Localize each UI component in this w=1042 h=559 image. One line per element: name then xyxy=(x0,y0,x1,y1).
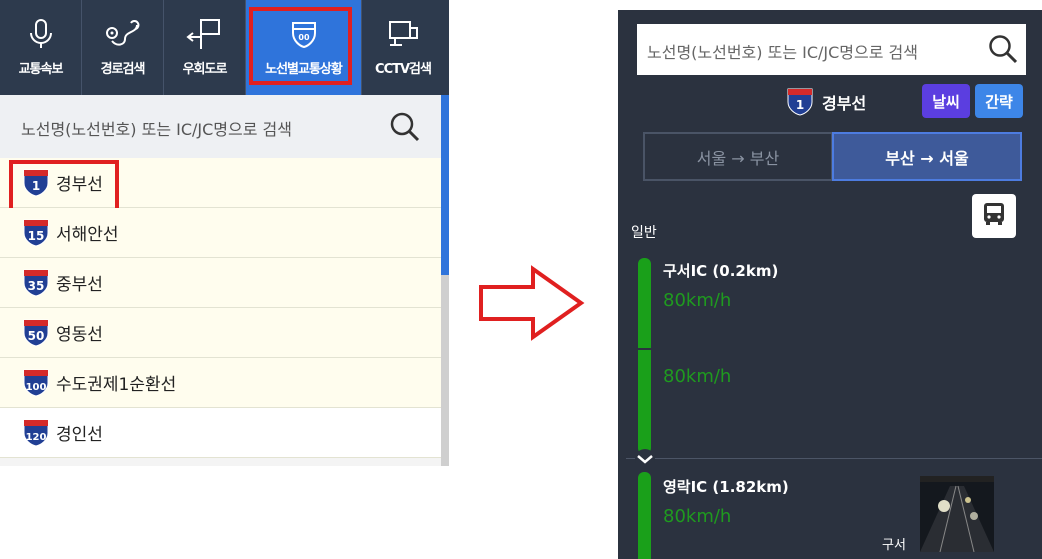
route-title: 1 경부선 xyxy=(786,88,866,116)
divider xyxy=(626,458,1042,459)
weather-button[interactable]: 날씨 xyxy=(922,84,970,118)
route-shield-icon: 1 xyxy=(22,169,50,197)
route-number: 100 xyxy=(26,382,47,393)
route-item-sudogwon[interactable]: 100 수도권제1순환선 xyxy=(0,358,441,408)
nav-label: 교통속보 xyxy=(18,62,64,77)
nav-label: 경로검색 xyxy=(100,62,146,77)
route-number: 50 xyxy=(28,329,45,343)
direction-tab-seoul-busan[interactable]: 서울 → 부산 xyxy=(643,132,833,181)
route-shield-icon: 100 xyxy=(22,369,50,397)
segment-speed: 80km/h xyxy=(663,506,732,527)
nav-route-search[interactable]: 경로검색 xyxy=(82,0,164,95)
left-panel: 교통속보 경로검색 우회도로 00 노선별교통상황 CCTV검색 노선명(노선번… xyxy=(0,0,449,466)
section-label: 일반 xyxy=(631,225,657,241)
camera-label: 구서 xyxy=(882,538,906,553)
route-shield-icon: 120 xyxy=(22,419,50,447)
route-name: 영동선 xyxy=(56,325,103,345)
route-list: 1 경부선 15 서해안선 35 중부선 50 영동선 100 수도권제1순환선… xyxy=(0,158,441,458)
route-shield-icon: 35 xyxy=(22,269,50,297)
route-item-yeongdong[interactable]: 50 영동선 xyxy=(0,308,441,358)
ic-name[interactable]: 구서IC (0.2km) xyxy=(663,260,778,281)
nav-label: CCTV검색 xyxy=(375,62,432,77)
route-item-gyeongbu[interactable]: 1 경부선 xyxy=(0,158,441,212)
bus-button[interactable] xyxy=(972,194,1016,238)
highlight-box xyxy=(249,7,352,85)
route-icon xyxy=(103,16,143,52)
route-name: 경부선 xyxy=(822,94,867,113)
nav-route-traffic[interactable]: 00 노선별교통상황 xyxy=(246,0,362,95)
search-placeholder: 노선명(노선번호) 또는 IC/JC명으로 검색 xyxy=(21,120,292,139)
route-name: 서해안선 xyxy=(56,225,119,245)
speed-bar xyxy=(638,258,651,348)
nav-traffic-news[interactable]: 교통속보 xyxy=(0,0,82,95)
speed-bar xyxy=(638,350,651,454)
bus-icon xyxy=(981,201,1007,231)
route-shield-icon: 15 xyxy=(22,219,50,247)
route-item-seohaean[interactable]: 15 서해안선 xyxy=(0,208,441,258)
top-nav: 교통속보 경로검색 우회도로 00 노선별교통상황 CCTV검색 xyxy=(0,0,449,95)
ic-name[interactable]: 영락IC (1.82km) xyxy=(663,476,789,497)
nav-cctv-search[interactable]: CCTV검색 xyxy=(362,0,444,95)
segment-speed: 80km/h xyxy=(663,290,732,311)
brief-view-button[interactable]: 간략 xyxy=(975,84,1023,118)
route-name: 경인선 xyxy=(56,425,103,445)
search-icon[interactable] xyxy=(388,110,422,148)
nav-label: 우회도로 xyxy=(182,62,228,77)
microphone-icon xyxy=(21,16,61,52)
route-number: 35 xyxy=(28,279,45,293)
right-arrow-icon xyxy=(475,265,587,345)
cctv-thumbnail[interactable] xyxy=(920,476,994,552)
search-icon[interactable] xyxy=(987,33,1019,69)
route-name: 수도권제1순환선 xyxy=(56,375,177,395)
direction-tab-busan-seoul[interactable]: 부산 → 서울 xyxy=(832,132,1022,181)
route-number: 1 xyxy=(32,179,40,193)
search-placeholder: 노선명(노선번호) 또는 IC/JC명으로 검색 xyxy=(647,43,918,62)
route-number: 120 xyxy=(26,432,47,443)
detour-sign-icon xyxy=(185,16,225,52)
route-shield-icon: 50 xyxy=(22,319,50,347)
speed-bar xyxy=(638,472,651,559)
route-search-input[interactable]: 노선명(노선번호) 또는 IC/JC명으로 검색 xyxy=(637,24,1026,75)
nav-detour-road[interactable]: 우회도로 xyxy=(164,0,246,95)
scrollbar-thumb[interactable] xyxy=(441,95,449,275)
route-name: 중부선 xyxy=(56,275,103,295)
route-search-input[interactable]: 노선명(노선번호) 또는 IC/JC명으로 검색 xyxy=(0,95,441,158)
right-panel: 노선명(노선번호) 또는 IC/JC명으로 검색 1 경부선 날씨 간략 서울 … xyxy=(618,10,1042,559)
route-item-gyeongin[interactable]: 120 경인선 xyxy=(0,408,441,458)
cctv-monitor-icon xyxy=(383,16,423,52)
route-number: 1 xyxy=(796,98,804,112)
scrollbar-track[interactable] xyxy=(441,275,449,466)
route-shield-icon: 1 xyxy=(786,88,814,116)
route-number: 15 xyxy=(28,229,45,243)
route-item-jungbu[interactable]: 35 중부선 xyxy=(0,258,441,308)
chevron-down-icon[interactable] xyxy=(634,448,656,470)
segment-speed: 80km/h xyxy=(663,366,732,387)
